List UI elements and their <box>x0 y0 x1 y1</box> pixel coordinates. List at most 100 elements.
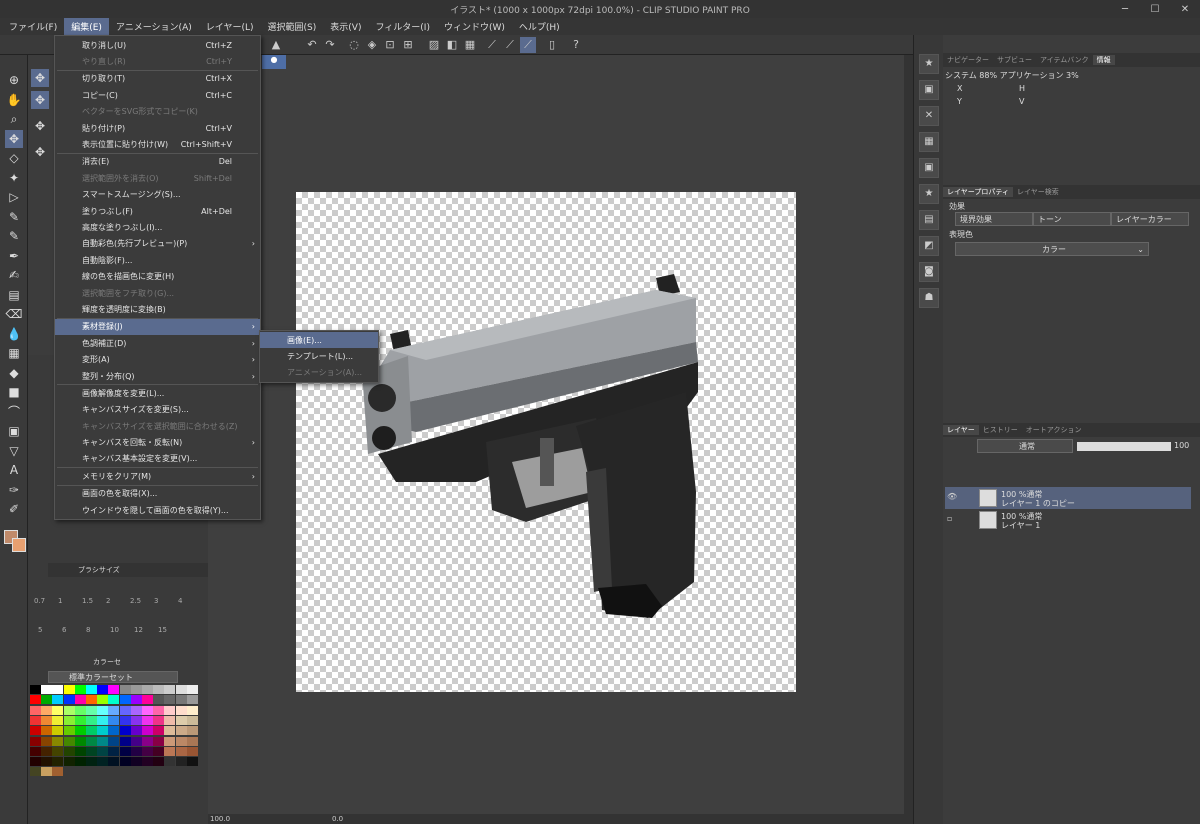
edit-menu-item[interactable]: 整列・分布(Q) › <box>55 368 260 384</box>
color-swatch[interactable] <box>41 746 53 756</box>
color-swatch[interactable] <box>41 695 53 705</box>
pencil-icon[interactable]: ✎ <box>5 227 23 245</box>
color-swatch[interactable] <box>186 736 198 746</box>
color-swatch[interactable] <box>52 757 64 767</box>
edit-menu-item[interactable]: 画面の色を取得(X)... <box>55 486 260 502</box>
color-swatch[interactable] <box>175 726 187 736</box>
zoom-value[interactable]: 100.0 <box>210 815 230 823</box>
material-photo-icon[interactable]: ▣ <box>919 158 939 178</box>
color-swatch[interactable] <box>63 736 75 746</box>
edit-menu-item[interactable]: 取り消し(U) Ctrl+Z <box>55 37 260 53</box>
edit-menu-item[interactable]: 自動彩色(先行プレビュー)(P) › <box>55 236 260 252</box>
brush-size-option[interactable]: 15 <box>158 626 167 634</box>
color-set-tab[interactable]: カラーセ <box>93 657 121 667</box>
snap-active-icon[interactable]: ⟋ <box>520 37 536 53</box>
menu-6[interactable]: フィルター(I) <box>368 18 437 35</box>
color-swatch[interactable] <box>119 715 131 725</box>
color-swatch[interactable] <box>186 726 198 736</box>
layer-row[interactable]: 👁 100 %通常 レイヤー 1 のコピー <box>945 487 1191 509</box>
edit-menu-item[interactable]: 消去(E) Del <box>55 154 260 170</box>
color-swatch[interactable] <box>97 705 109 715</box>
edit-menu-item[interactable]: 貼り付け(P) Ctrl+V <box>55 120 260 136</box>
panel-tab[interactable]: レイヤー <box>943 425 979 435</box>
color-mode-select[interactable]: カラー ⌄ <box>955 242 1149 256</box>
color-swatch[interactable] <box>41 736 53 746</box>
color-swatch[interactable] <box>86 757 97 767</box>
blend-icon[interactable]: 💧 <box>5 325 23 343</box>
panel-tab[interactable]: 情報 <box>1092 55 1115 65</box>
sub-color-swatch[interactable] <box>12 538 26 552</box>
material-tone-icon[interactable]: ◩ <box>919 236 939 256</box>
transform-icon[interactable]: ⊞ <box>400 37 416 53</box>
color-swatch[interactable] <box>164 705 176 715</box>
snap-icon[interactable]: ⟋ <box>502 37 518 53</box>
color-swatch[interactable] <box>108 705 120 715</box>
material-camera-icon[interactable]: ◙ <box>919 262 939 282</box>
maximize-icon[interactable]: ☐ <box>1140 0 1170 18</box>
menu-0[interactable]: ファイル(F) <box>2 18 64 35</box>
color-swatch[interactable] <box>164 736 176 746</box>
color-swatch[interactable] <box>164 685 176 694</box>
color-swatch[interactable] <box>119 726 131 736</box>
color-swatch[interactable] <box>108 715 120 725</box>
color-swatch[interactable] <box>153 695 165 705</box>
minimize-icon[interactable]: ─ <box>1110 0 1140 18</box>
color-swatch[interactable] <box>52 767 64 777</box>
color-swatch[interactable] <box>130 685 142 694</box>
frame-icon[interactable]: ▣ <box>5 422 23 440</box>
color-swatch[interactable] <box>186 715 198 725</box>
color-swatch[interactable] <box>175 715 187 725</box>
color-swatch[interactable] <box>108 746 120 756</box>
material-figure-icon[interactable]: ☗ <box>919 288 939 308</box>
color-swatch[interactable] <box>41 757 53 767</box>
material-star-icon[interactable]: ★ <box>919 184 939 204</box>
eye-icon[interactable]: 👁 <box>947 492 957 501</box>
color-swatch[interactable] <box>108 736 120 746</box>
color-swatch[interactable] <box>97 726 109 736</box>
color-swatch[interactable] <box>164 746 176 756</box>
color-swatch[interactable] <box>153 685 165 694</box>
color-swatch[interactable] <box>74 726 86 736</box>
layer-color-button[interactable]: レイヤーカラー <box>1111 212 1189 226</box>
color-swatch[interactable] <box>97 695 109 705</box>
color-swatch[interactable] <box>153 726 165 736</box>
color-swatch[interactable] <box>41 705 53 715</box>
edit-menu-item[interactable]: ウインドウを隠して画面の色を取得(Y)... <box>55 502 260 518</box>
color-swatch[interactable] <box>108 757 120 767</box>
color-swatch[interactable] <box>63 695 75 705</box>
panel-tab[interactable]: ヒストリー <box>979 425 1022 435</box>
edit-menu-item[interactable]: 線の色を描画色に変更(H) <box>55 268 260 284</box>
edit-menu-item[interactable]: キャンバスを回転・反転(N) › <box>55 434 260 450</box>
color-swatch[interactable] <box>30 746 41 756</box>
color-swatch[interactable] <box>130 757 142 767</box>
undo-icon[interactable]: ↶ <box>304 37 320 53</box>
eyedropper-icon[interactable]: ▷ <box>5 188 23 206</box>
menu-7[interactable]: ウィンドウ(W) <box>437 18 512 35</box>
brush-size-tab[interactable]: ブラシサイズ <box>48 563 208 577</box>
color-swatch[interactable] <box>52 705 64 715</box>
color-swatch[interactable] <box>164 695 176 705</box>
eraser-icon[interactable]: ⌫ <box>5 305 23 323</box>
submenu-item[interactable]: アニメーション(A)... <box>260 365 378 381</box>
color-swatch[interactable] <box>119 685 131 694</box>
figure-icon[interactable]: ▦ <box>5 344 23 362</box>
canvas-vertical-scrollbar[interactable] <box>904 55 913 816</box>
color-swatch[interactable] <box>63 715 75 725</box>
panel-tab[interactable]: ナビゲーター <box>943 55 993 65</box>
brush-size-option[interactable]: 2.5 <box>130 597 141 605</box>
color-swatch[interactable] <box>74 705 86 715</box>
color-swatch[interactable] <box>74 715 86 725</box>
rotation-value[interactable]: 0.0 <box>332 815 343 823</box>
edit-menu-item[interactable]: 自動陰影(F)... <box>55 252 260 268</box>
zoom-icon[interactable]: ⊕ <box>5 71 23 89</box>
panel-tab[interactable]: サブビュー <box>993 55 1036 65</box>
device-icon[interactable]: ▯ <box>544 37 560 53</box>
border-effect-button[interactable]: 境界効果 <box>955 212 1033 226</box>
color-swatch[interactable] <box>63 746 75 756</box>
color-swatch[interactable] <box>153 715 165 725</box>
balloon-icon[interactable]: ✑ <box>5 481 23 499</box>
edit-menu-item[interactable]: 選択範囲外を消去(O) Shift+Del <box>55 170 260 186</box>
color-swatch[interactable] <box>63 685 75 694</box>
color-swatch[interactable] <box>186 695 198 705</box>
layer-row[interactable]: ▫ 100 %通常 レイヤー 1 <box>945 509 1191 531</box>
